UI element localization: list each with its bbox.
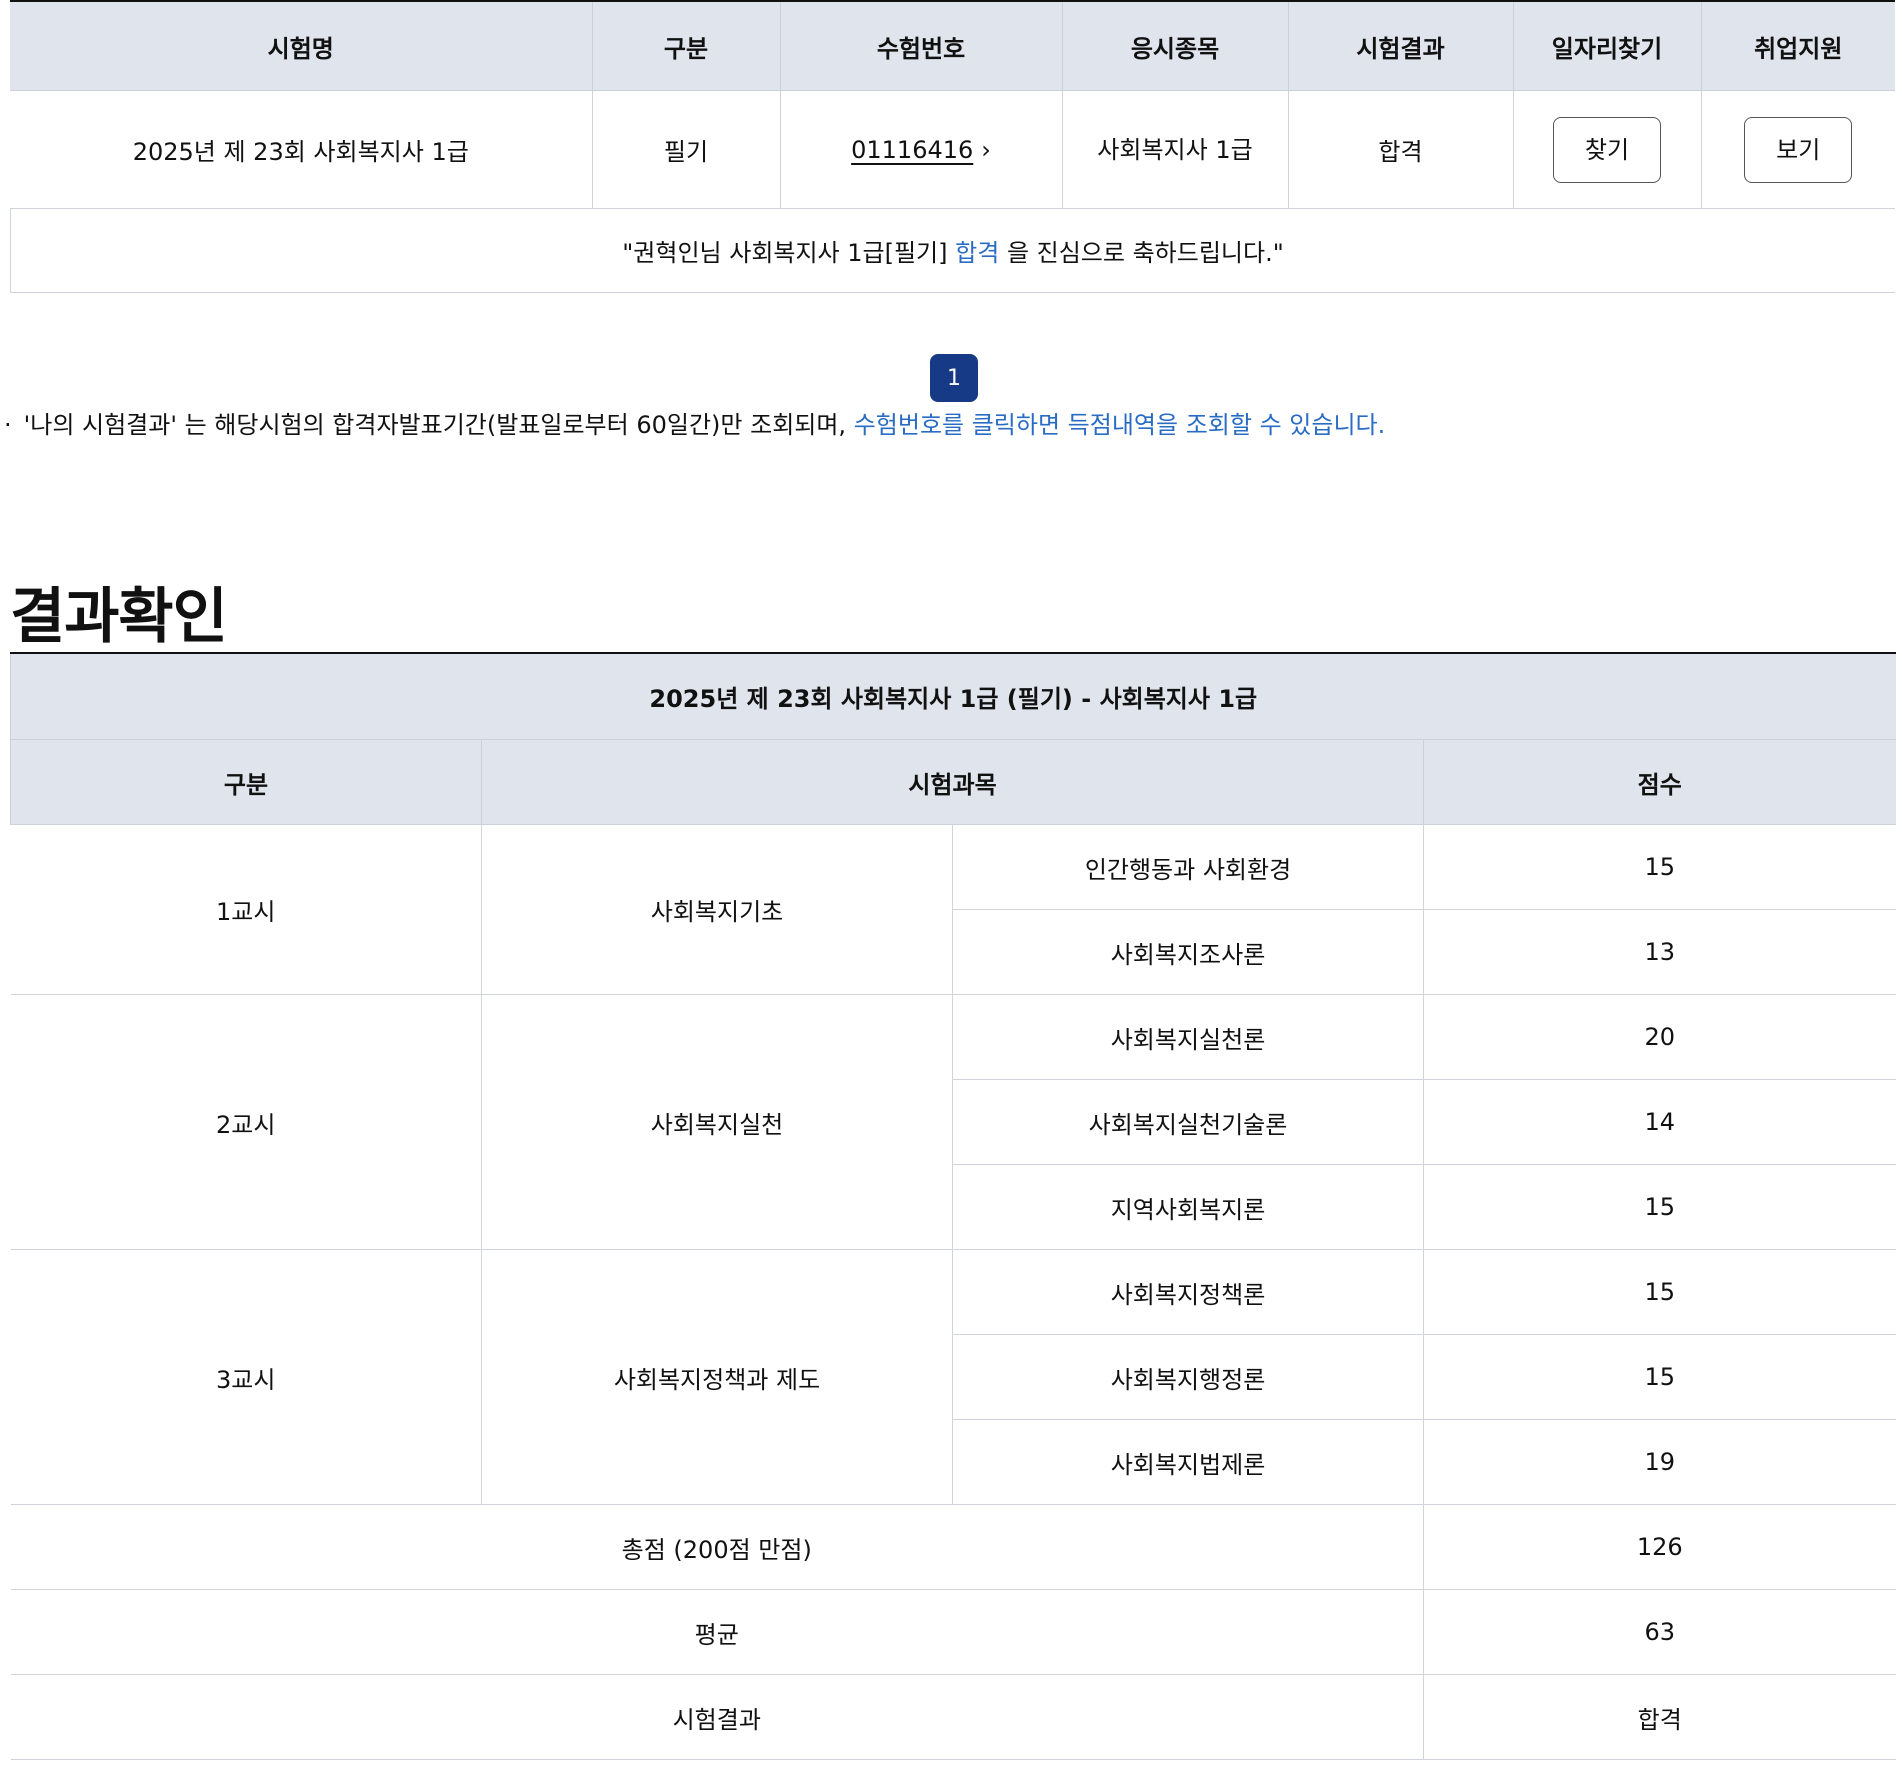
final-result-label: 시험결과 xyxy=(10,1674,1424,1760)
job-search-button[interactable]: 찾기 xyxy=(1553,116,1661,183)
area-cell: 사회복지실천 xyxy=(481,994,953,1250)
employment-support-cell: 보기 xyxy=(1701,90,1895,209)
score-cell: 14 xyxy=(1423,1079,1896,1165)
average-value: 63 xyxy=(1423,1589,1896,1675)
score-header-row: 구분 시험과목 점수 xyxy=(10,739,1896,825)
header-exam-number: 수험번호 xyxy=(780,1,1063,91)
exam-result-table: 시험명 구분 수험번호 응시종목 시험결과 일자리찾기 취업지원 2025년 제… xyxy=(10,0,1895,209)
score-table-caption: 2025년 제 23회 사회복지사 1급 (필기) - 사회복지사 1급 xyxy=(9,653,1896,740)
period-cell: 3교시 xyxy=(10,1249,482,1505)
subject-cell: 사회복지정책론 xyxy=(952,1249,1424,1335)
congratulations-message: "권혁인님 사회복지사 1급[필기] 합격 을 진심으로 축하드립니다." xyxy=(10,208,1895,293)
score-cell: 15 xyxy=(1423,824,1896,910)
notice-text: · '나의 시험결과' 는 해당시험의 합격자발표기간(발표일로부터 60일간)만… xyxy=(4,405,1385,440)
subject-cell: 사회복지법제론 xyxy=(952,1419,1424,1505)
header-type: 구분 xyxy=(592,1,781,91)
final-result-value: 합격 xyxy=(1423,1674,1896,1760)
subject-cell: 사회복지실천론 xyxy=(952,994,1424,1080)
exam-result-cell: 합격 xyxy=(1288,90,1514,209)
header-score: 점수 xyxy=(1423,739,1896,825)
header-period: 구분 xyxy=(10,739,482,825)
notice-body: '나의 시험결과' 는 해당시험의 합격자발표기간(발표일로부터 60일간)만 … xyxy=(23,411,854,439)
score-table: 2025년 제 23회 사회복지사 1급 (필기) - 사회복지사 1급 구분 … xyxy=(9,652,1896,1760)
score-cell: 20 xyxy=(1423,994,1896,1080)
period-cell: 1교시 xyxy=(10,824,482,995)
header-subject: 시험과목 xyxy=(481,739,1424,825)
subject-cell: 지역사회복지론 xyxy=(952,1164,1424,1250)
total-value: 126 xyxy=(1423,1504,1896,1590)
exam-result-header-row: 시험명 구분 수험번호 응시종목 시험결과 일자리찾기 취업지원 xyxy=(10,1,1895,91)
exam-category-cell: 사회복지사 1급 xyxy=(1062,90,1289,209)
period-cell: 2교시 xyxy=(10,994,482,1250)
area-cell: 사회복지기초 xyxy=(481,824,953,995)
header-employment-support: 취업지원 xyxy=(1701,1,1895,91)
congrats-pass-highlight: 합격 xyxy=(955,238,1000,267)
exam-result-row: 2025년 제 23회 사회복지사 1급 필기 01116416 › 사회복지사 … xyxy=(10,90,1895,209)
final-result-row: 시험결과 합격 xyxy=(10,1674,1896,1760)
score-cell: 15 xyxy=(1423,1164,1896,1250)
employment-support-button[interactable]: 보기 xyxy=(1744,116,1853,183)
score-cell: 13 xyxy=(1423,909,1896,995)
page: 시험명 구분 수험번호 응시종목 시험결과 일자리찾기 취업지원 2025년 제… xyxy=(4,0,1896,1760)
header-exam-name: 시험명 xyxy=(10,1,593,91)
header-result: 시험결과 xyxy=(1288,1,1514,91)
exam-category-text: 사회복지사 1급 xyxy=(1097,135,1253,164)
pagination-page-1[interactable]: 1 xyxy=(930,354,978,402)
exam-number-cell: 01116416 › xyxy=(780,90,1063,209)
average-row: 평균 63 xyxy=(10,1589,1896,1675)
exam-type-cell: 필기 xyxy=(592,90,781,209)
table-row: 3교시 사회복지정책과 제도 사회복지정책론 15 xyxy=(10,1249,1896,1505)
score-cell: 19 xyxy=(1423,1419,1896,1505)
notice-link-hint: 수험번호를 클릭하면 득점내역을 조회할 수 있습니다. xyxy=(853,411,1386,439)
subject-cell: 사회복지행정론 xyxy=(952,1334,1424,1420)
table-row: 2교시 사회복지실천 사회복지실천론 20 xyxy=(10,994,1896,1250)
chevron-right-icon[interactable]: › xyxy=(981,136,991,164)
subject-cell: 사회복지실천기술론 xyxy=(952,1079,1424,1165)
score-cell: 15 xyxy=(1423,1334,1896,1420)
section-title: 결과확인 xyxy=(10,582,228,652)
congrats-suffix: 을 진심으로 축하드립니다." xyxy=(999,238,1284,267)
total-label: 총점 (200점 만점) xyxy=(10,1504,1424,1590)
score-cell: 15 xyxy=(1423,1249,1896,1335)
header-category: 응시종목 xyxy=(1062,1,1289,91)
header-job-search: 일자리찾기 xyxy=(1513,1,1702,91)
table-row: 1교시 사회복지기초 인간행동과 사회환경 15 xyxy=(10,824,1896,995)
average-label: 평균 xyxy=(10,1589,1424,1675)
subject-cell: 인간행동과 사회환경 xyxy=(952,824,1424,910)
score-caption-row: 2025년 제 23회 사회복지사 1급 (필기) - 사회복지사 1급 xyxy=(9,653,1896,740)
exam-number-link[interactable]: 01116416 xyxy=(851,136,973,164)
area-cell: 사회복지정책과 제도 xyxy=(481,1249,953,1505)
congrats-prefix: "권혁인님 사회복지사 1급[필기] xyxy=(622,238,956,267)
total-row: 총점 (200점 만점) 126 xyxy=(10,1504,1896,1590)
subject-cell: 사회복지조사론 xyxy=(952,909,1424,995)
exam-name-cell: 2025년 제 23회 사회복지사 1급 xyxy=(10,90,593,209)
job-search-cell: 찾기 xyxy=(1513,90,1702,209)
notice-bullet: · xyxy=(4,411,12,439)
